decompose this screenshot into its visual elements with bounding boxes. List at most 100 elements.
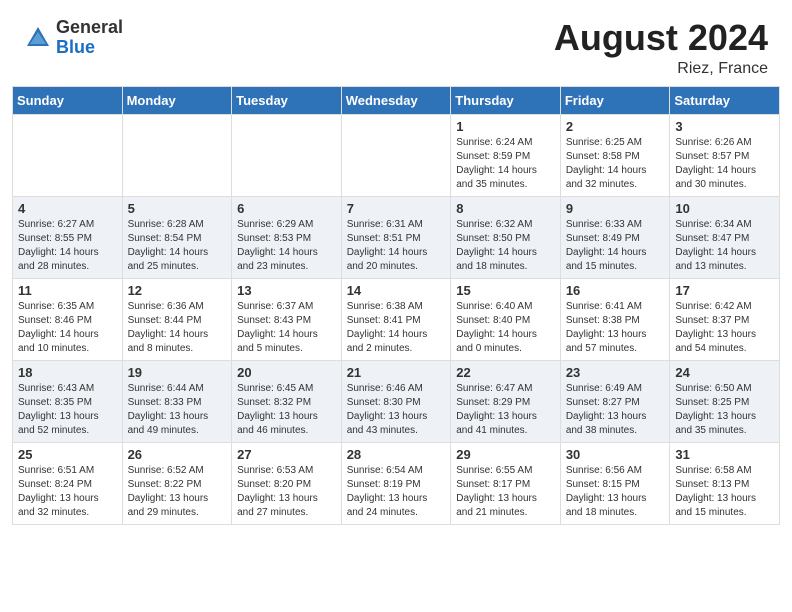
day-info: Sunrise: 6:25 AM Sunset: 8:58 PM Dayligh… [566, 136, 665, 192]
day-number: 3 [675, 119, 774, 134]
calendar-day-cell: 13Sunrise: 6:37 AM Sunset: 8:43 PM Dayli… [232, 278, 342, 360]
calendar-day-cell: 7Sunrise: 6:31 AM Sunset: 8:51 PM Daylig… [341, 196, 451, 278]
day-number: 8 [456, 201, 555, 216]
weekday-header: Friday [560, 86, 670, 114]
day-info: Sunrise: 6:51 AM Sunset: 8:24 PM Dayligh… [18, 464, 117, 520]
calendar-day-cell: 19 Sunrise: 6:44 AM Sunset: 8:33 PM Dayli… [122, 360, 232, 442]
day-info: Sunrise: 6:58 AM Sunset: 8:13 PM Dayligh… [675, 464, 774, 520]
day-info: Sunrise: 6:32 AM Sunset: 8:50 PM Dayligh… [456, 218, 555, 274]
day-number: 15 [456, 283, 555, 298]
day-info: Sunrise: 6:26 AM Sunset: 8:57 PM Dayligh… [675, 136, 774, 192]
day-info: Sunrise: 6:55 AM Sunset: 8:17 PM Dayligh… [456, 464, 555, 520]
calendar-week-row: 25Sunrise: 6:51 AM Sunset: 8:24 PM Dayli… [13, 442, 780, 524]
calendar-day-cell: 12 Sunrise: 6:36 AM Sunset: 8:44 PM Dayli… [122, 278, 232, 360]
day-number: 14 [347, 283, 446, 298]
title-block: August 2024 Riez, France [554, 18, 768, 78]
calendar-day-cell: 6 Sunrise: 6:29 AM Sunset: 8:53 PM Daylig… [232, 196, 342, 278]
weekday-header: Sunday [13, 86, 123, 114]
day-info: Sunrise: 6:41 AM Sunset: 8:38 PM Dayligh… [566, 300, 665, 356]
calendar-day-cell: 20Sunrise: 6:45 AM Sunset: 8:32 PM Dayli… [232, 360, 342, 442]
calendar-day-cell [13, 114, 123, 196]
calendar-week-row: 4 Sunrise: 6:27 AM Sunset: 8:55 PM Daylig… [13, 196, 780, 278]
calendar-day-cell: 26 Sunrise: 6:52 AM Sunset: 8:22 PM Dayli… [122, 442, 232, 524]
weekday-header: Tuesday [232, 86, 342, 114]
page-header: General Blue August 2024 Riez, France [0, 0, 792, 86]
calendar-week-row: 1Sunrise: 6:24 AM Sunset: 8:59 PM Daylig… [13, 114, 780, 196]
logo: General Blue [24, 18, 123, 58]
day-info: Sunrise: 6:29 AM Sunset: 8:53 PM Dayligh… [237, 218, 336, 274]
day-info: Sunrise: 6:49 AM Sunset: 8:27 PM Dayligh… [566, 382, 665, 438]
calendar-day-cell: 3 Sunrise: 6:26 AM Sunset: 8:57 PM Daylig… [670, 114, 780, 196]
calendar-day-cell: 16 Sunrise: 6:41 AM Sunset: 8:38 PM Dayli… [560, 278, 670, 360]
day-number: 13 [237, 283, 336, 298]
calendar-header: SundayMondayTuesdayWednesdayThursdayFrid… [13, 86, 780, 114]
calendar-day-cell: 23Sunrise: 6:49 AM Sunset: 8:27 PM Dayli… [560, 360, 670, 442]
calendar-day-cell: 17 Sunrise: 6:42 AM Sunset: 8:37 PM Dayli… [670, 278, 780, 360]
day-number: 30 [566, 447, 665, 462]
day-info: Sunrise: 6:53 AM Sunset: 8:20 PM Dayligh… [237, 464, 336, 520]
day-info: Sunrise: 6:52 AM Sunset: 8:22 PM Dayligh… [128, 464, 227, 520]
month-year: August 2024 [554, 18, 768, 58]
calendar-day-cell: 1Sunrise: 6:24 AM Sunset: 8:59 PM Daylig… [451, 114, 561, 196]
logo-blue: Blue [56, 38, 123, 58]
day-info: Sunrise: 6:43 AM Sunset: 8:35 PM Dayligh… [18, 382, 117, 438]
day-info: Sunrise: 6:44 AM Sunset: 8:33 PM Dayligh… [128, 382, 227, 438]
day-number: 9 [566, 201, 665, 216]
weekday-header: Monday [122, 86, 232, 114]
calendar-week-row: 18Sunrise: 6:43 AM Sunset: 8:35 PM Dayli… [13, 360, 780, 442]
calendar-table: SundayMondayTuesdayWednesdayThursdayFrid… [12, 86, 780, 525]
day-number: 28 [347, 447, 446, 462]
calendar-body: 1Sunrise: 6:24 AM Sunset: 8:59 PM Daylig… [13, 114, 780, 524]
day-info: Sunrise: 6:33 AM Sunset: 8:49 PM Dayligh… [566, 218, 665, 274]
weekday-row: SundayMondayTuesdayWednesdayThursdayFrid… [13, 86, 780, 114]
day-number: 11 [18, 283, 117, 298]
day-number: 4 [18, 201, 117, 216]
calendar-day-cell: 5 Sunrise: 6:28 AM Sunset: 8:54 PM Daylig… [122, 196, 232, 278]
day-info: Sunrise: 6:47 AM Sunset: 8:29 PM Dayligh… [456, 382, 555, 438]
day-number: 6 [237, 201, 336, 216]
logo-text: General Blue [56, 18, 123, 58]
calendar-day-cell: 31Sunrise: 6:58 AM Sunset: 8:13 PM Dayli… [670, 442, 780, 524]
day-info: Sunrise: 6:31 AM Sunset: 8:51 PM Dayligh… [347, 218, 446, 274]
calendar-day-cell: 29 Sunrise: 6:55 AM Sunset: 8:17 PM Dayli… [451, 442, 561, 524]
calendar-day-cell: 15Sunrise: 6:40 AM Sunset: 8:40 PM Dayli… [451, 278, 561, 360]
day-info: Sunrise: 6:36 AM Sunset: 8:44 PM Dayligh… [128, 300, 227, 356]
day-number: 12 [128, 283, 227, 298]
calendar-day-cell: 30Sunrise: 6:56 AM Sunset: 8:15 PM Dayli… [560, 442, 670, 524]
calendar-day-cell: 25Sunrise: 6:51 AM Sunset: 8:24 PM Dayli… [13, 442, 123, 524]
logo-general: General [56, 18, 123, 38]
day-number: 22 [456, 365, 555, 380]
calendar-day-cell: 22 Sunrise: 6:47 AM Sunset: 8:29 PM Dayli… [451, 360, 561, 442]
day-number: 29 [456, 447, 555, 462]
day-info: Sunrise: 6:27 AM Sunset: 8:55 PM Dayligh… [18, 218, 117, 274]
weekday-header: Wednesday [341, 86, 451, 114]
day-info: Sunrise: 6:35 AM Sunset: 8:46 PM Dayligh… [18, 300, 117, 356]
location: Riez, France [554, 60, 768, 78]
weekday-header: Thursday [451, 86, 561, 114]
day-number: 21 [347, 365, 446, 380]
day-number: 24 [675, 365, 774, 380]
day-number: 16 [566, 283, 665, 298]
calendar-day-cell: 8 Sunrise: 6:32 AM Sunset: 8:50 PM Daylig… [451, 196, 561, 278]
calendar-day-cell: 2Sunrise: 6:25 AM Sunset: 8:58 PM Daylig… [560, 114, 670, 196]
day-info: Sunrise: 6:34 AM Sunset: 8:47 PM Dayligh… [675, 218, 774, 274]
calendar-week-row: 11 Sunrise: 6:35 AM Sunset: 8:46 PM Dayli… [13, 278, 780, 360]
calendar-day-cell: 18Sunrise: 6:43 AM Sunset: 8:35 PM Dayli… [13, 360, 123, 442]
calendar-day-cell: 11 Sunrise: 6:35 AM Sunset: 8:46 PM Dayli… [13, 278, 123, 360]
day-number: 5 [128, 201, 227, 216]
day-info: Sunrise: 6:24 AM Sunset: 8:59 PM Dayligh… [456, 136, 555, 192]
calendar-day-cell: 28 Sunrise: 6:54 AM Sunset: 8:19 PM Dayli… [341, 442, 451, 524]
day-number: 20 [237, 365, 336, 380]
calendar-day-cell [122, 114, 232, 196]
day-info: Sunrise: 6:28 AM Sunset: 8:54 PM Dayligh… [128, 218, 227, 274]
day-number: 17 [675, 283, 774, 298]
day-info: Sunrise: 6:46 AM Sunset: 8:30 PM Dayligh… [347, 382, 446, 438]
day-number: 26 [128, 447, 227, 462]
calendar-day-cell: 9 Sunrise: 6:33 AM Sunset: 8:49 PM Daylig… [560, 196, 670, 278]
day-info: Sunrise: 6:42 AM Sunset: 8:37 PM Dayligh… [675, 300, 774, 356]
logo-icon [24, 24, 52, 52]
day-info: Sunrise: 6:50 AM Sunset: 8:25 PM Dayligh… [675, 382, 774, 438]
day-info: Sunrise: 6:54 AM Sunset: 8:19 PM Dayligh… [347, 464, 446, 520]
calendar-day-cell: 10Sunrise: 6:34 AM Sunset: 8:47 PM Dayli… [670, 196, 780, 278]
day-number: 19 [128, 365, 227, 380]
